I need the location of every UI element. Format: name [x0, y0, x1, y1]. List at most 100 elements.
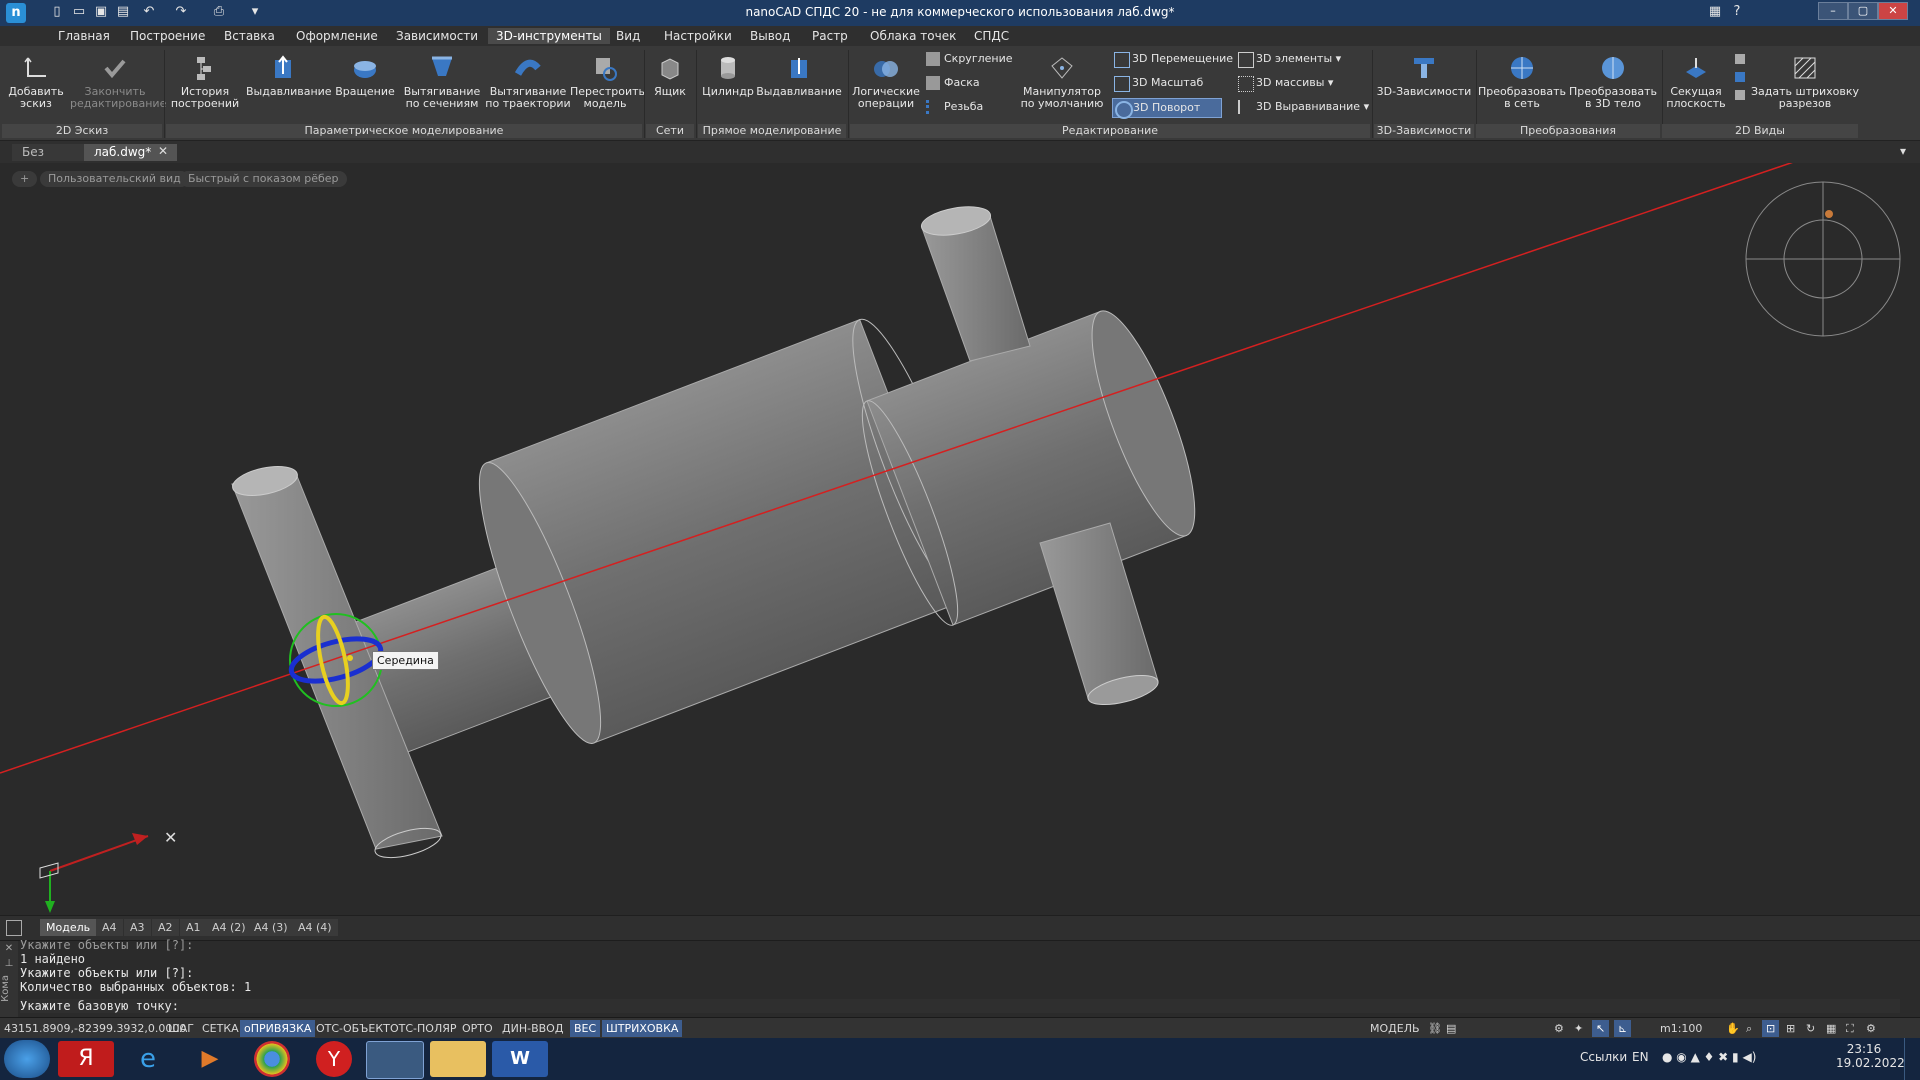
ucs-toggle-icon[interactable]: ⊾	[1614, 1020, 1632, 1037]
status-lineweight[interactable]: ВЕС	[570, 1020, 601, 1037]
clock[interactable]: 23:16 19.02.2022	[1836, 1042, 1905, 1070]
status-polar[interactable]: ОТС-ПОЛЯР	[386, 1020, 461, 1037]
status-ortho[interactable]: ОРТО	[458, 1020, 497, 1037]
close-button[interactable]: ✕	[1878, 2, 1908, 20]
constraints3d-button[interactable]: 3D-Зависимости	[1376, 52, 1472, 98]
layout-tab-a4-2[interactable]: A4 (2)	[206, 919, 252, 936]
status-grid[interactable]: СЕТКА	[198, 1020, 243, 1037]
tab-3d-tools[interactable]: 3D-инструменты	[488, 28, 610, 44]
align3d-dropdown[interactable]: 3D Выравнивание ▾	[1236, 98, 1386, 116]
layout-tab-a4-3[interactable]: A4 (3)	[248, 919, 294, 936]
coordinates-readout[interactable]: 43151.8909,-82399.3932,0.0000	[0, 1020, 190, 1037]
yandex-browser-icon[interactable]: Я	[58, 1041, 114, 1077]
finish-edit-button[interactable]: Закончить редактирование	[70, 52, 166, 110]
print-icon[interactable]: ⎙	[210, 3, 228, 21]
view-compass[interactable]	[1745, 181, 1901, 337]
command-input[interactable]: Укажите базовую точку:	[20, 999, 1900, 1013]
hatch-sections-button[interactable]: Задать штриховку разрезов	[1750, 52, 1860, 110]
to-mesh-button[interactable]: Преобразовать в сеть	[1478, 52, 1566, 110]
language-indicator[interactable]: EN	[1632, 1050, 1649, 1064]
status-osnap[interactable]: оПРИВЯЗКА	[240, 1020, 316, 1037]
tab-output[interactable]: Вывод	[742, 28, 798, 44]
mini-tool-icon[interactable]	[1735, 72, 1745, 82]
layout-tab-a3[interactable]: A3	[124, 919, 151, 936]
orbit-icon[interactable]: ↻	[1802, 1020, 1819, 1037]
settings-icon[interactable]: ⚙	[1862, 1020, 1880, 1037]
app-logo-icon[interactable]: n	[6, 3, 26, 23]
revolve-button[interactable]: Вращение	[330, 52, 400, 98]
save-icon[interactable]: ▣	[92, 3, 110, 21]
layout-tab-a1[interactable]: A1	[180, 919, 207, 936]
elements3d-dropdown[interactable]: 3D элементы ▾	[1236, 50, 1386, 68]
customize-qat-icon[interactable]: ▾	[246, 3, 264, 21]
command-side-bar[interactable]: ✕ ⊥ Кома	[0, 941, 18, 1017]
nanocad-taskbar-icon[interactable]	[366, 1041, 424, 1079]
tab-spds[interactable]: СПДС	[966, 28, 1017, 44]
word-icon[interactable]: W	[492, 1041, 548, 1077]
tray-icons[interactable]: ● ◉ ▲ ♦ ✖ ▮ ◀)	[1662, 1050, 1756, 1064]
close-tab-icon[interactable]: ✕	[158, 144, 168, 158]
section-plane-button[interactable]: Секущая плоскость	[1664, 52, 1728, 110]
file-explorer-icon[interactable]	[430, 1041, 486, 1077]
layout-tab-a2[interactable]: A2	[152, 919, 179, 936]
yandex-icon[interactable]: Y	[316, 1041, 352, 1077]
doc-tab-untitled[interactable]: Без имени	[12, 144, 92, 161]
pan-icon[interactable]: ✋	[1722, 1020, 1744, 1037]
tab-raster[interactable]: Растр	[804, 28, 856, 44]
tab-view[interactable]: Вид	[608, 28, 648, 44]
loft-button[interactable]: Вытягивание по сечениям	[400, 52, 484, 110]
chrome-icon[interactable]	[254, 1041, 290, 1077]
layout-tab-a4[interactable]: A4	[96, 919, 123, 936]
zoom-icon[interactable]: ⌕	[1742, 1020, 1756, 1037]
cylinder-button[interactable]: Цилиндр	[700, 52, 756, 98]
undo-icon[interactable]: ↶	[140, 3, 158, 21]
bulb-icon[interactable]: ✦	[1570, 1020, 1587, 1037]
pin-command-icon[interactable]: ⊥	[0, 958, 18, 969]
mini-tool-icon[interactable]	[1735, 54, 1745, 64]
tab-insert[interactable]: Вставка	[216, 28, 283, 44]
layout-tab-a4-4[interactable]: A4 (4)	[292, 919, 338, 936]
move3d-button[interactable]: 3D Перемещение	[1112, 50, 1250, 68]
rebuild-button[interactable]: Перестроить модель	[570, 52, 645, 110]
minimize-button[interactable]: –	[1818, 2, 1848, 20]
extrude-button[interactable]: Выдавливание	[246, 52, 332, 98]
tab-settings[interactable]: Настройки	[656, 28, 740, 44]
open-file-icon[interactable]: ▭	[70, 3, 88, 21]
layout-tab-model[interactable]: Модель	[40, 919, 97, 936]
add-sketch-button[interactable]: Добавить эскиз	[4, 52, 68, 110]
annotation-scale[interactable]: m1:100	[1656, 1020, 1706, 1037]
scale3d-button[interactable]: 3D Масштаб	[1112, 74, 1250, 92]
redo-icon[interactable]: ↷	[172, 3, 190, 21]
help-icon[interactable]: ?	[1728, 3, 1746, 21]
annotation-icon[interactable]: ▤	[1442, 1020, 1460, 1037]
status-dyn-input[interactable]: ДИН-ВВОД	[498, 1020, 567, 1037]
status-snap-step[interactable]: ШАГ	[164, 1020, 198, 1037]
to-solid-button[interactable]: Преобразовать в 3D тело	[1568, 52, 1658, 110]
box-button[interactable]: Ящик	[648, 52, 692, 98]
zoom-window-icon[interactable]: ⊡	[1762, 1020, 1780, 1037]
tab-home[interactable]: Главная	[50, 28, 118, 44]
arrays3d-dropdown[interactable]: 3D массивы ▾	[1236, 74, 1386, 92]
internet-explorer-icon[interactable]: e	[120, 1041, 176, 1077]
tab-point-clouds[interactable]: Облака точек	[862, 28, 964, 44]
rotate3d-button[interactable]: 3D Поворот	[1112, 98, 1222, 119]
history-button[interactable]: История построений	[168, 52, 242, 110]
media-player-icon[interactable]: ▶	[182, 1041, 238, 1077]
sweep-button[interactable]: Вытягивание по траектории	[484, 52, 572, 110]
tabs-menu-icon[interactable]: ▾	[1900, 144, 1906, 158]
links-toolbar[interactable]: Ссылки	[1580, 1050, 1627, 1064]
zoom-extents-icon[interactable]: ⊞	[1782, 1020, 1799, 1037]
boolean-button[interactable]: Логические операции	[852, 52, 920, 110]
workspace-icon[interactable]: ▦	[1706, 3, 1724, 21]
viewports-icon[interactable]: ▦	[1822, 1020, 1840, 1037]
status-hatch[interactable]: ШТРИХОВКА	[602, 1020, 683, 1037]
extrude-direct-button[interactable]: Выдавливание	[756, 52, 842, 98]
tab-constraints[interactable]: Зависимости	[388, 28, 486, 44]
layout-menu-icon[interactable]	[6, 920, 22, 936]
fullscreen-icon[interactable]: ⛶	[1842, 1020, 1858, 1037]
view-mini-tools[interactable]	[1732, 52, 1748, 112]
status-model[interactable]: МОДЕЛЬ	[1366, 1020, 1424, 1037]
manipulator-button[interactable]: Манипулятор по умолчанию	[1016, 52, 1108, 110]
save-all-icon[interactable]: ▤	[114, 3, 132, 21]
lock-icon[interactable]: ⚙	[1550, 1020, 1568, 1037]
